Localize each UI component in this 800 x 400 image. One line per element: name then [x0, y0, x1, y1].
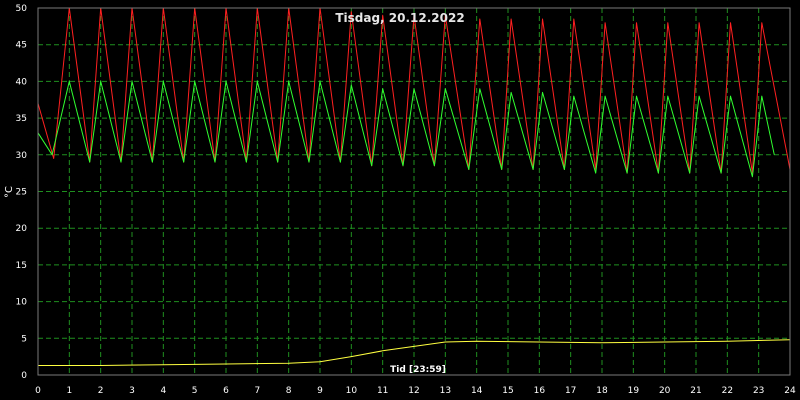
chart-title: Tisdag, 20.12.2022 [335, 11, 464, 25]
temperature-chart: 0 1 2 3 4 5 6 7 8 9 10 11 12 13 14 15 16 17 18 19 20 21 22 23 24… [0, 0, 800, 400]
x-tick-label: 10 [346, 386, 358, 396]
x-tick-label: 19 [628, 386, 640, 396]
x-tick-label: 9 [317, 386, 323, 396]
x-tick-label: 3 [129, 386, 135, 396]
x-axis-label: Tid [23:59] [390, 365, 446, 375]
x-tick-label: 23 [753, 386, 764, 396]
x-tick-label: 12 [408, 386, 419, 396]
x-tick-label: 24 [784, 386, 796, 396]
y-tick-label: 45 [16, 41, 27, 51]
y-tick-label: 10 [16, 298, 28, 308]
y-tick-label: 50 [16, 4, 28, 14]
y-tick-label: 20 [16, 224, 28, 234]
x-tick-label: 22 [722, 386, 733, 396]
y-tick-label: 25 [16, 188, 27, 198]
x-tick-label: 6 [223, 386, 229, 396]
y-tick-label: 30 [16, 151, 28, 161]
x-tick-label: 0 [35, 386, 41, 396]
x-tick-label: 11 [377, 386, 388, 396]
x-tick-label: 5 [192, 386, 198, 396]
x-tick-label: 13 [440, 386, 451, 396]
x-tick-label: 15 [502, 386, 513, 396]
x-tick-label: 17 [565, 386, 576, 396]
x-tick-label: 20 [659, 386, 671, 396]
x-tick-label: 4 [160, 386, 166, 396]
y-tick-label: 0 [21, 371, 27, 381]
y-axis-label: °C [4, 186, 15, 198]
x-tick-label: 14 [471, 386, 483, 396]
y-tick-label: 5 [21, 334, 27, 344]
x-tick-label: 7 [254, 386, 260, 396]
y-tick-label: 15 [16, 261, 27, 271]
y-tick-label: 35 [16, 114, 27, 124]
chart-background [0, 0, 800, 400]
x-tick-label: 21 [690, 386, 701, 396]
y-tick-label: 40 [16, 77, 28, 87]
x-tick-label: 16 [534, 386, 546, 396]
x-tick-label: 8 [286, 386, 292, 396]
x-tick-label: 2 [98, 386, 104, 396]
x-tick-label: 1 [66, 386, 72, 396]
x-tick-label: 18 [596, 386, 608, 396]
